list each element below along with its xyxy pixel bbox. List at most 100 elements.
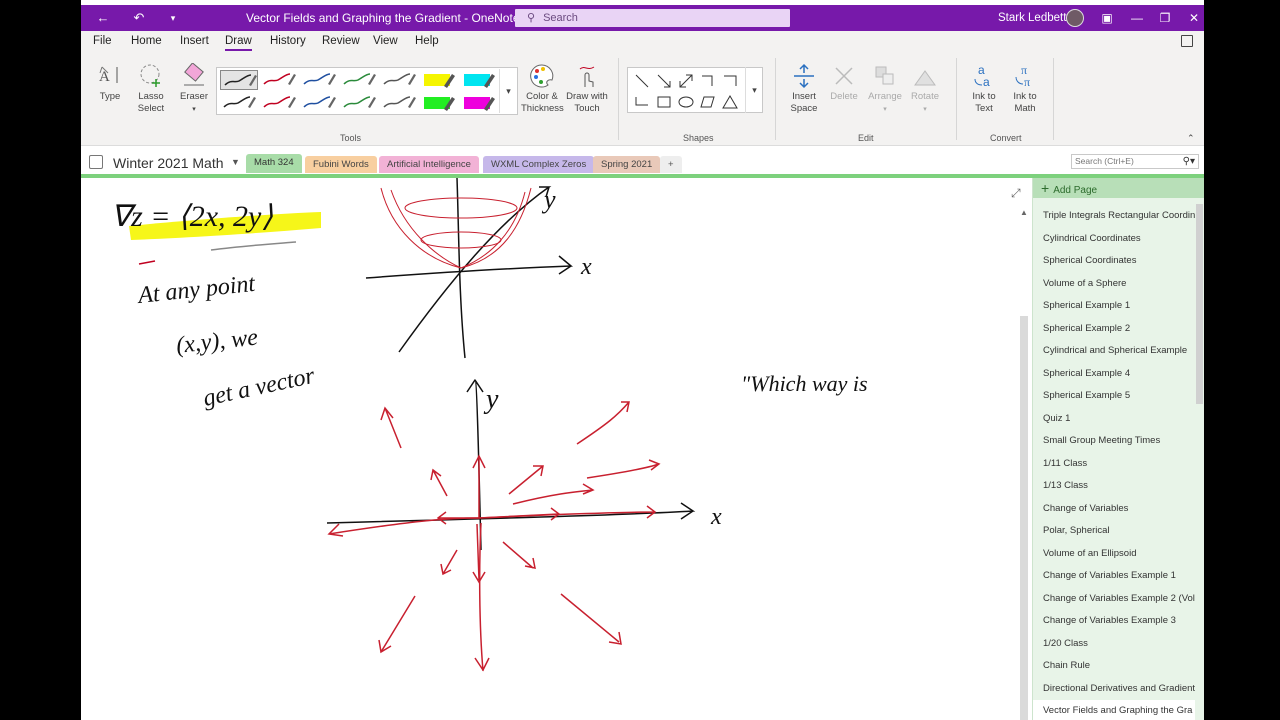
menu-view[interactable]: View	[373, 35, 398, 47]
collapse-ribbon-icon[interactable]: ⌃	[1187, 133, 1195, 144]
pen-swatch[interactable]	[460, 93, 498, 113]
section-tab-artificial-intelligence[interactable]: Artificial Intelligence	[379, 156, 479, 173]
pen-swatch[interactable]	[260, 70, 298, 90]
pen-swatch[interactable]	[420, 70, 458, 90]
pen-swatch[interactable]	[220, 70, 258, 90]
page-item[interactable]: Quiz 1	[1033, 408, 1195, 431]
scroll-up-icon[interactable]: ▲	[1020, 208, 1028, 217]
parallelogram-shape-icon[interactable]	[698, 92, 718, 112]
page-item[interactable]: Vector Fields and Graphing the Gra	[1033, 700, 1195, 720]
delete-icon	[835, 67, 853, 85]
eraser-button[interactable]: Eraser ▾	[177, 63, 211, 116]
ink-to-text-button[interactable]: aa Ink to Text	[965, 63, 1003, 115]
pen-swatch[interactable]	[300, 93, 338, 113]
line-shape-icon[interactable]	[632, 71, 652, 91]
pen-swatch[interactable]	[300, 70, 338, 90]
axis-3-shape-icon[interactable]	[632, 92, 652, 112]
page-item[interactable]: Chain Rule	[1033, 655, 1195, 678]
draw-with-touch-button[interactable]: Draw with Touch	[565, 63, 609, 115]
quick-access-dropdown-icon[interactable]: ▾	[163, 8, 183, 28]
menu-review[interactable]: Review	[322, 35, 360, 47]
delete-button[interactable]: Delete	[826, 63, 862, 103]
page-scrollbar[interactable]: ▲	[1017, 204, 1031, 720]
page-item[interactable]: Change of Variables	[1033, 498, 1195, 521]
section-tab-wxml-complex-zeros[interactable]: WXML Complex Zeros	[483, 156, 595, 173]
minimize-icon[interactable]: —	[1122, 5, 1152, 31]
pen-swatch[interactable]	[380, 93, 418, 113]
page-item[interactable]: Triple Integrals Rectangular Coordin	[1033, 205, 1195, 228]
menu-history[interactable]: History	[270, 35, 306, 47]
restore-icon[interactable]: ❐	[1150, 5, 1180, 31]
rotate-button[interactable]: Rotate ▾	[907, 63, 943, 116]
menu-help[interactable]: Help	[415, 35, 439, 47]
user-name[interactable]: Stark Ledbetter	[998, 5, 1077, 31]
double-arrow-shape-icon[interactable]	[676, 71, 696, 91]
menu-insert[interactable]: Insert	[180, 35, 209, 47]
section-tab-math-324[interactable]: Math 324	[246, 154, 302, 173]
ink-2d-axes	[326, 379, 696, 551]
notebook-name[interactable]: Winter 2021 Math	[113, 155, 224, 171]
add-section-button[interactable]: +	[660, 156, 682, 173]
page-item[interactable]: Cylindrical and Spherical Example	[1033, 340, 1195, 363]
page-item[interactable]: Change of Variables Example 3	[1033, 610, 1195, 633]
undo-icon[interactable]: ↶	[129, 8, 149, 28]
triangle-shape-icon[interactable]	[720, 92, 740, 112]
page-item[interactable]: Spherical Example 2	[1033, 318, 1195, 341]
pen-swatch[interactable]	[420, 93, 458, 113]
rectangle-shape-icon[interactable]	[654, 92, 674, 112]
page-list-scrollbar[interactable]	[1195, 204, 1204, 720]
expand-page-icon[interactable]: ⤢	[1011, 186, 1021, 201]
page-scroll-thumb[interactable]	[1020, 316, 1028, 720]
notebook-icon[interactable]	[89, 155, 103, 169]
page-item[interactable]: Spherical Example 5	[1033, 385, 1195, 408]
add-page-button[interactable]: + Add Page	[1033, 178, 1204, 198]
notebook-view-icon[interactable]: ▣	[1092, 5, 1122, 31]
search-box[interactable]: ⚲ Search	[515, 9, 790, 27]
arrange-button[interactable]: Arrange ▾	[865, 63, 905, 116]
page-item[interactable]: Small Group Meeting Times	[1033, 430, 1195, 453]
page-item[interactable]: Spherical Coordinates	[1033, 250, 1195, 273]
page-item[interactable]: 1/13 Class	[1033, 475, 1195, 498]
section-tab-fubini-words[interactable]: Fubini Words	[305, 156, 377, 173]
page-item[interactable]: Spherical Example 1	[1033, 295, 1195, 318]
ink-to-math-button[interactable]: ππ Ink to Math	[1006, 63, 1044, 115]
page-list-scroll-thumb[interactable]	[1196, 204, 1203, 404]
pen-swatch[interactable]	[260, 93, 298, 113]
page-canvas[interactable]: ∇z = ⟨2x, 2y⟩ At any point (x,y), we get…	[81, 178, 1029, 720]
page-item[interactable]: Volume of a Sphere	[1033, 273, 1195, 296]
ellipse-shape-icon[interactable]	[676, 92, 696, 112]
menu-file[interactable]: File	[93, 35, 112, 47]
page-item[interactable]: Polar, Spherical	[1033, 520, 1195, 543]
page-item[interactable]: Change of Variables Example 2 (Vol	[1033, 588, 1195, 611]
page-item[interactable]: Change of Variables Example 1	[1033, 565, 1195, 588]
arrow-shape-icon[interactable]	[654, 71, 674, 91]
avatar[interactable]	[1066, 9, 1084, 27]
page-item[interactable]: Spherical Example 4	[1033, 363, 1195, 386]
menu-home[interactable]: Home	[131, 35, 162, 47]
notebook-dropdown-icon[interactable]: ▼	[231, 157, 240, 167]
page-item[interactable]: 1/20 Class	[1033, 633, 1195, 656]
pen-swatch[interactable]	[340, 93, 378, 113]
section-tab-spring-2021[interactable]: Spring 2021	[593, 156, 661, 173]
pen-swatch[interactable]	[220, 93, 258, 113]
pen-gallery-more-icon[interactable]: ▾	[499, 69, 517, 113]
type-button[interactable]: A Type	[95, 63, 125, 103]
axis-2-shape-icon[interactable]	[720, 71, 740, 91]
axis-shape-icon[interactable]	[698, 71, 718, 91]
page-item[interactable]: Cylindrical Coordinates	[1033, 228, 1195, 251]
sticky-notes-icon[interactable]	[1181, 35, 1193, 47]
pen-swatch[interactable]	[340, 70, 378, 90]
page-item[interactable]: Directional Derivatives and Gradient	[1033, 678, 1195, 701]
back-icon[interactable]: ←	[93, 8, 113, 28]
menu-draw[interactable]: Draw	[225, 35, 252, 51]
close-icon[interactable]: ✕	[1179, 5, 1204, 31]
insert-space-button[interactable]: Insert Space	[785, 63, 823, 115]
notebook-search-input[interactable]: Search (Ctrl+E) ⚲▾	[1071, 154, 1199, 169]
page-item[interactable]: Volume of an Ellipsoid	[1033, 543, 1195, 566]
shapes-more-icon[interactable]: ▾	[745, 67, 763, 113]
pen-swatch[interactable]	[380, 70, 418, 90]
color-thickness-button[interactable]: Color & Thickness	[521, 63, 564, 115]
lasso-select-button[interactable]: Lasso Select	[135, 63, 167, 115]
pen-swatch[interactable]	[460, 70, 498, 90]
page-item[interactable]: 1/11 Class	[1033, 453, 1195, 476]
